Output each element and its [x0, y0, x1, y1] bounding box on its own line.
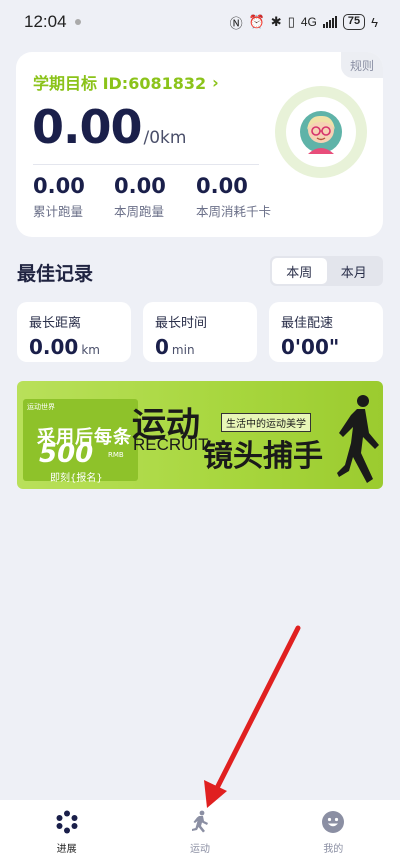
record-unit: km: [81, 343, 100, 357]
vibrate-icon: ▯: [287, 14, 295, 29]
stat-week: 0.00 本周跑量: [114, 174, 166, 220]
goal-title: 学期目标 ID:6081832: [33, 74, 207, 93]
avatar[interactable]: [286, 97, 356, 167]
banner-recruit: RECRUIT: [133, 435, 209, 454]
charging-icon: ϟ: [371, 14, 378, 30]
banner-join-text: 即刻{报名}: [50, 473, 103, 484]
stat-value: 0.00: [114, 174, 166, 198]
alarm-icon: ⏰: [248, 14, 265, 29]
nav-label: 我的: [323, 844, 344, 855]
stat-total: 0.00 累计跑量: [33, 174, 85, 220]
nfc-icon: Ⓝ: [229, 15, 243, 31]
stat-value: 0.00: [33, 174, 85, 198]
banner-currency: RMB: [108, 451, 124, 459]
status-bar: 12:04 Ⓝ ⏰ ✱ ▯ 4G 75 ϟ: [0, 0, 400, 44]
goal-title-link[interactable]: 学期目标 ID:6081832 ›: [33, 70, 219, 94]
record-card-distance: 最长距离 0.00 km: [17, 302, 131, 362]
banner-headline-2: 镜头捕手: [203, 439, 323, 474]
notification-dot-icon: [74, 19, 81, 25]
best-records-title: 最佳记录: [17, 263, 94, 285]
stat-label: 本周消耗千卡: [196, 204, 272, 219]
goal-unit: /0km: [143, 128, 187, 148]
status-time: 12:04: [24, 12, 67, 31]
banner-brand: 运动世界: [27, 403, 55, 411]
tab-month[interactable]: 本月: [327, 258, 382, 284]
chevron-right-icon: ›: [212, 72, 219, 92]
stat-calories: 0.00 本周消耗千卡: [196, 174, 271, 220]
record-value: 0: [155, 335, 169, 359]
avatar-icon: [300, 111, 342, 154]
bluetooth-icon: ✱: [270, 14, 282, 29]
goal-distance: 0.00 /0km: [32, 100, 186, 154]
goal-value: 0.00: [32, 100, 142, 154]
record-label: 最长距离: [29, 316, 82, 331]
record-value: 0'00": [281, 335, 340, 359]
period-toggle: 本周 本月: [270, 256, 383, 286]
progress-icon: [55, 810, 79, 834]
progress-ring: [275, 86, 367, 178]
runner-silhouette-icon: [337, 395, 379, 483]
stat-label: 累计跑量: [33, 204, 84, 219]
nav-label: 运动: [189, 844, 210, 855]
record-value: 0.00: [29, 335, 79, 359]
record-card-pace: 最佳配速 0'00": [269, 302, 383, 362]
promo-banner[interactable]: 运动世界 采用后每条 500 RMB 即刻{报名} 运动 RECRUIT 生活中…: [17, 381, 383, 489]
rules-button[interactable]: 规则: [341, 52, 383, 78]
signal-icon: [322, 16, 337, 28]
goal-card: 规则 学期目标 ID:6081832 › 0.00 /0km 0.00 累计跑量…: [16, 52, 383, 237]
nav-item-mine[interactable]: 我的: [267, 800, 400, 866]
nav-item-sport[interactable]: 运动: [133, 800, 266, 866]
divider: [33, 164, 259, 165]
record-unit: min: [171, 343, 195, 357]
smiley-icon: [321, 810, 345, 834]
network-type: 4G: [300, 15, 317, 29]
stat-value: 0.00: [196, 174, 248, 198]
bottom-nav: 进展 运动 我的: [0, 800, 400, 866]
record-label: 最佳配速: [281, 316, 334, 331]
record-card-time: 最长时间 0 min: [143, 302, 257, 362]
stat-label: 本周跑量: [114, 204, 165, 219]
tab-week[interactable]: 本周: [272, 258, 327, 284]
nav-label: 进展: [56, 844, 77, 855]
battery-level: 75: [342, 14, 366, 30]
banner-tag: 生活中的运动美学: [221, 413, 311, 432]
record-label: 最长时间: [155, 316, 208, 331]
nav-item-progress[interactable]: 进展: [0, 800, 133, 866]
status-icons: Ⓝ ⏰ ✱ ▯ 4G 75 ϟ: [230, 13, 378, 32]
runner-icon: [188, 810, 212, 834]
banner-promo-panel: 运动世界 采用后每条 500 RMB 即刻{报名}: [23, 399, 138, 484]
banner-amount: 500: [39, 439, 94, 469]
